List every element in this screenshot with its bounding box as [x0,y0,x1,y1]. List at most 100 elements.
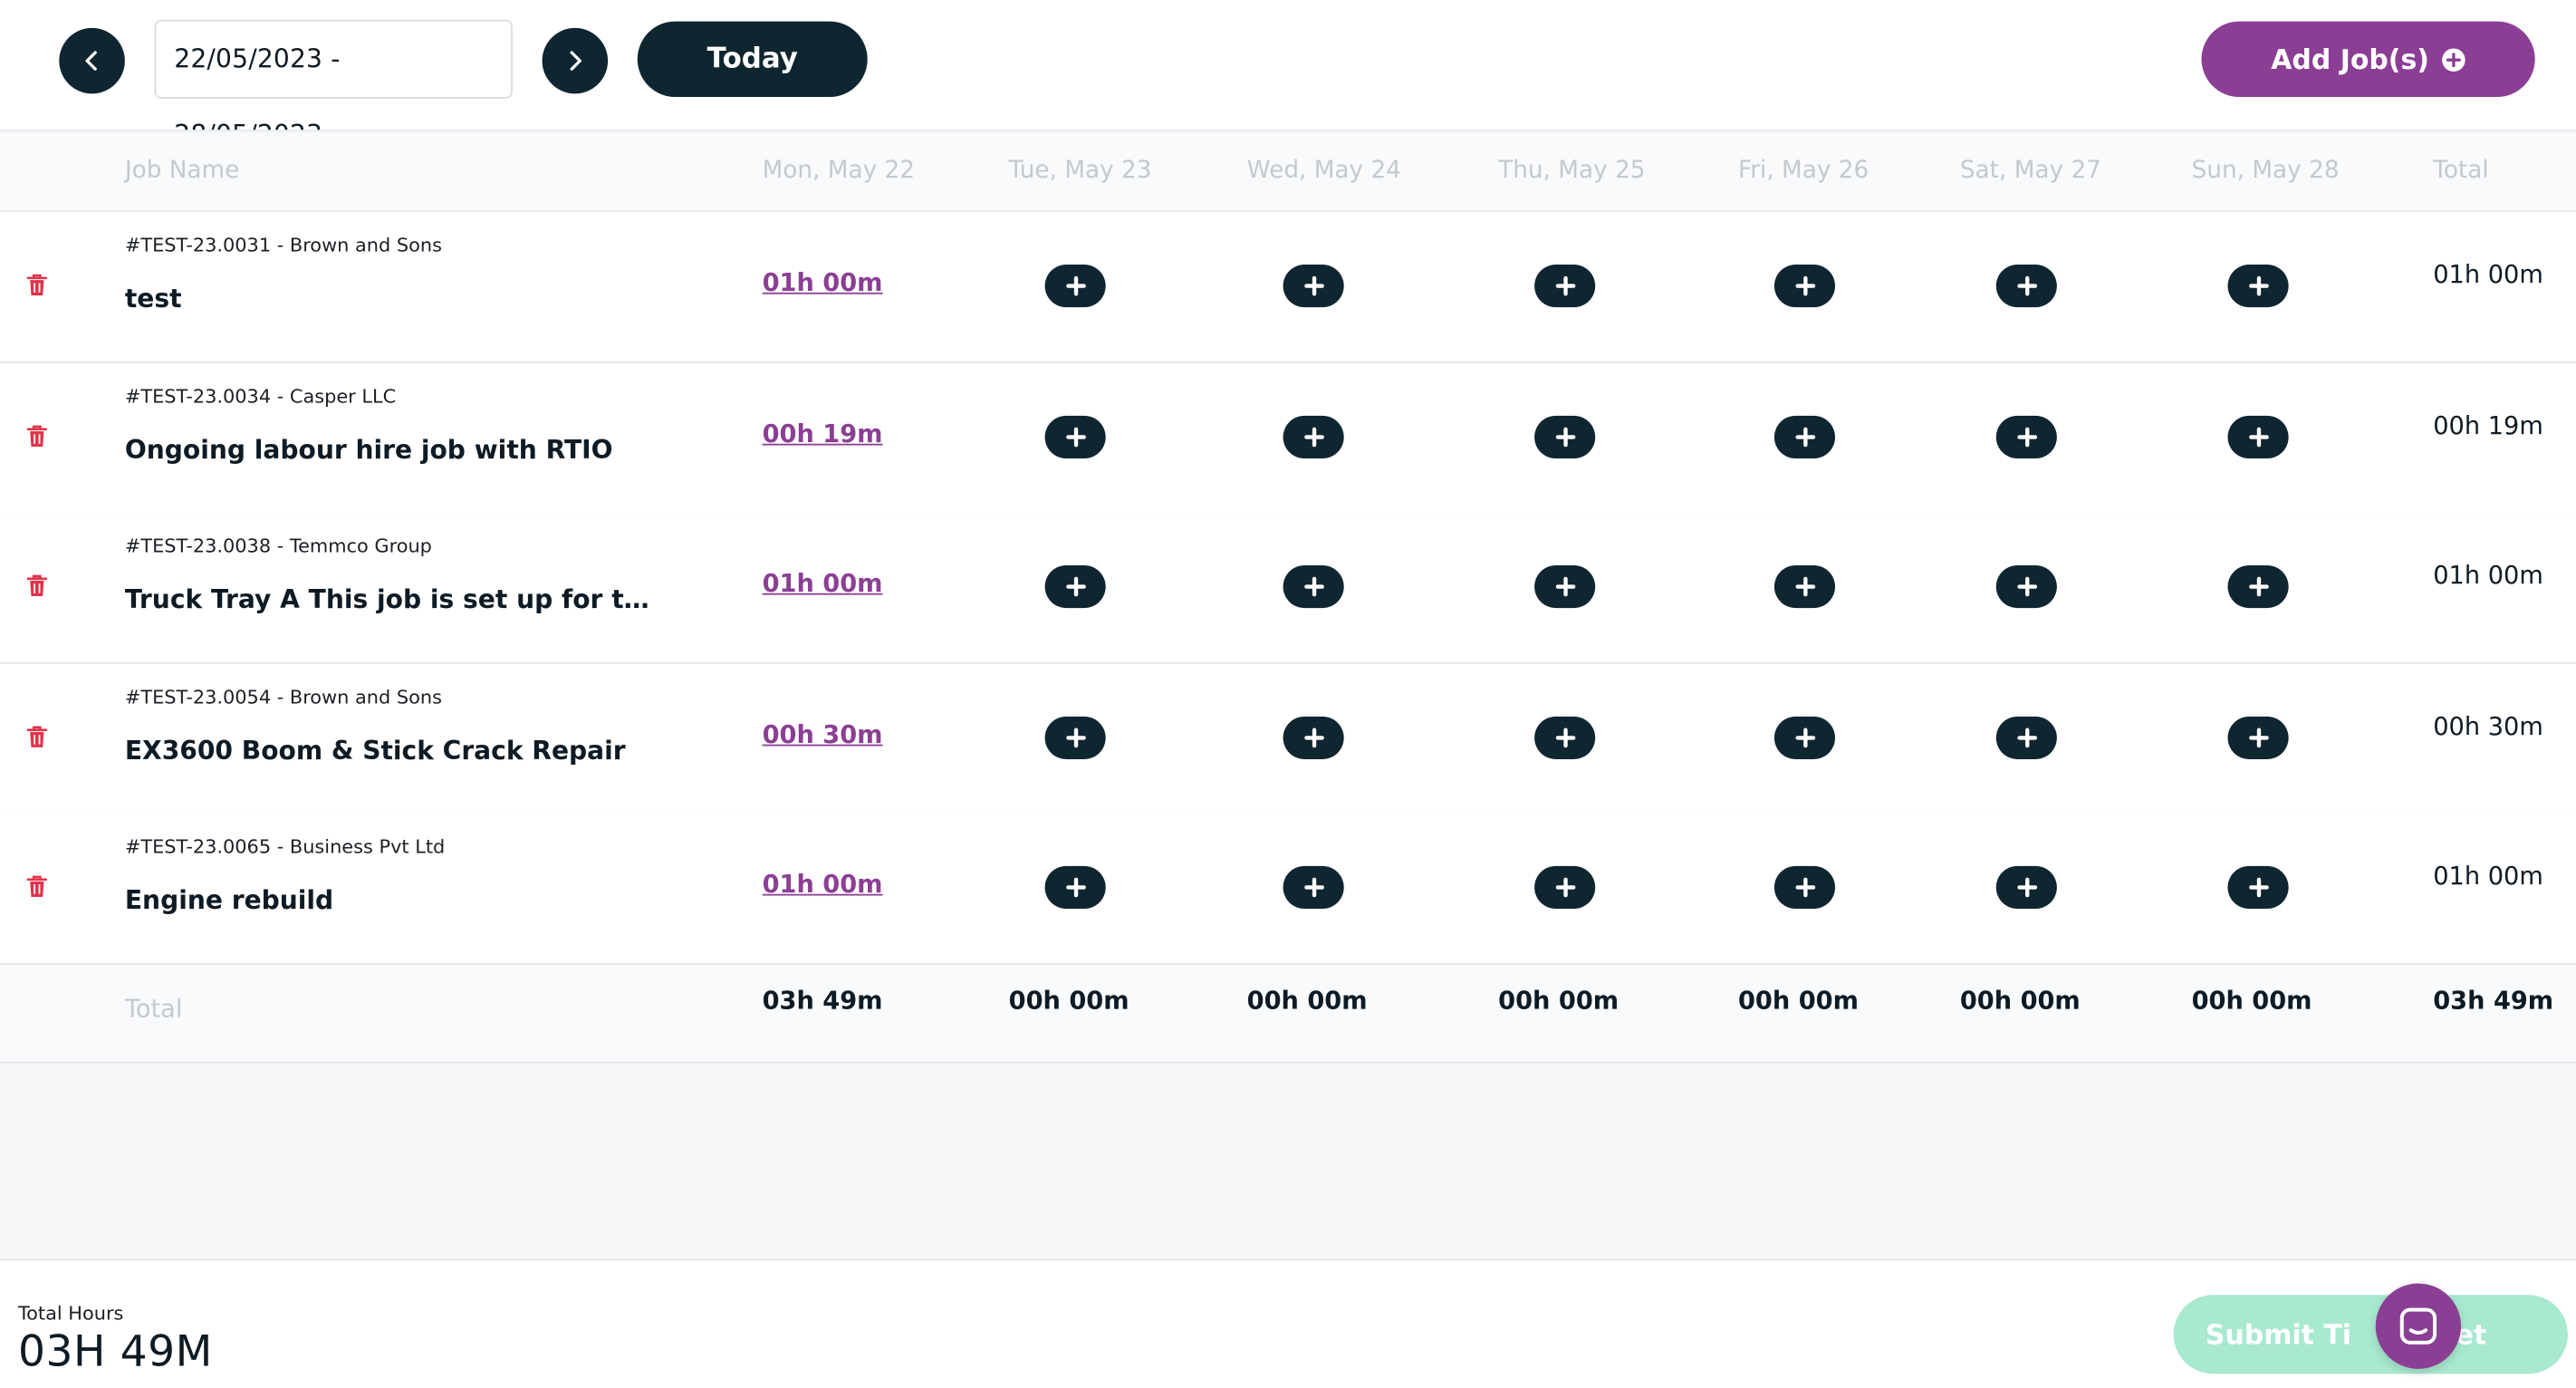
header-day: Fri, May 26 [1738,158,1870,185]
add-time-button[interactable] [1044,415,1106,458]
plus-icon [1303,426,1324,447]
trash-icon[interactable] [26,875,48,900]
add-time-button[interactable] [1773,265,1836,308]
time-entry-link[interactable]: 01h 00m [763,870,883,900]
add-time-button[interactable] [2227,565,2289,609]
trash-icon[interactable] [26,725,48,749]
add-time-button[interactable] [1773,866,1836,910]
plus-icon [1794,878,1815,899]
job-title: Ongoing labour hire job with RTIO [124,434,613,465]
table-row: #TEST-23.0034 - Casper LLC Ongoing labour… [0,362,2576,514]
add-time-button[interactable] [1044,565,1106,609]
table-header: Job Name Mon, May 22 Tue, May 23 Wed, Ma… [0,130,2576,212]
add-time-button[interactable] [1995,265,2057,308]
add-time-button[interactable] [1534,866,1596,910]
add-time-button[interactable] [1283,866,1344,910]
header-day: Sun, May 28 [2191,158,2340,185]
add-time-button[interactable] [1995,415,2057,458]
chat-launcher-button[interactable] [2375,1283,2462,1369]
plus-icon [2016,728,2037,747]
trash-icon[interactable] [26,423,48,448]
add-time-button[interactable] [1283,415,1344,458]
empty-table-area [0,1063,2576,1261]
add-time-button[interactable] [1534,565,1596,609]
time-entry-link[interactable]: 00h 19m [763,419,883,448]
add-jobs-button[interactable]: Add Job(s) [2201,21,2535,98]
add-time-button[interactable] [1773,565,1836,609]
today-button[interactable]: Today [637,21,868,98]
plus-icon [1303,728,1324,747]
add-time-button[interactable] [1773,716,1836,759]
total-hours-label: Total Hours [17,1301,124,1325]
plus-icon [1794,426,1815,447]
submit-timesheet-button[interactable]: Submit Ti eet [2173,1295,2568,1374]
time-entry-link[interactable]: 01h 00m [763,569,883,599]
plus-icon [1554,576,1575,597]
header-job-name: Job Name [124,158,240,185]
job-title: test [124,284,182,314]
time-entry-link[interactable]: 01h 00m [763,268,883,298]
today-label: Today [706,43,798,76]
day-total: 00h 00m [1008,986,1129,1016]
add-time-button[interactable] [1534,415,1596,458]
header-day: Wed, May 24 [1246,158,1401,185]
plus-icon [1554,426,1575,447]
row-total: 01h 00m [2433,259,2543,290]
plus-icon [2248,728,2268,747]
date-range-input[interactable]: 22/05/2023 - 28/05/2023 [154,19,513,149]
toolbar: 22/05/2023 - 28/05/2023 Today Add Job(s) [0,0,2576,149]
previous-week-button[interactable] [59,27,125,94]
day-total: 03h 49m [762,986,883,1016]
day-total: 00h 00m [1498,986,1620,1016]
trash-icon[interactable] [26,273,48,297]
plus-icon [1303,576,1324,597]
plus-icon [1794,275,1815,296]
job-title: EX3600 Boom & Stick Crack Repair [124,736,626,766]
job-reference: #TEST-23.0065 - Business Pvt Ltd [124,835,446,859]
add-time-button[interactable] [1044,716,1106,759]
add-time-button[interactable] [1283,716,1344,759]
add-time-button[interactable] [1773,415,1836,458]
next-week-button[interactable] [542,27,609,94]
add-jobs-label: Add Job(s) [2271,43,2429,75]
plus-icon [1303,275,1324,296]
table-row: #TEST-23.0054 - Brown and Sons EX3600 Boo… [0,663,2576,815]
day-total: 00h 00m [1959,986,2081,1016]
add-time-button[interactable] [1995,565,2057,609]
row-total: 01h 00m [2433,862,2543,892]
add-time-button[interactable] [1995,866,2057,910]
add-time-button[interactable] [2227,866,2289,910]
header-day: Sat, May 27 [1959,158,2101,185]
job-title: Engine rebuild [124,886,334,916]
add-time-button[interactable] [1534,265,1596,308]
add-time-button[interactable] [1283,265,1344,308]
plus-icon [2016,878,2037,899]
add-time-button[interactable] [2227,415,2289,458]
chevron-left-icon [85,51,97,71]
plus-icon [1554,728,1575,747]
plus-icon [1554,878,1575,899]
plus-icon [2016,275,2037,296]
add-time-button[interactable] [1044,265,1106,308]
time-entry-link[interactable]: 00h 30m [763,719,883,749]
trash-icon[interactable] [26,574,48,598]
add-time-button[interactable] [2227,265,2289,308]
add-time-button[interactable] [2227,716,2289,759]
add-time-button[interactable] [1534,716,1596,759]
submit-label: Submit Ti [2205,1318,2352,1351]
chat-icon [2399,1307,2437,1345]
row-total: 00h 19m [2433,410,2543,440]
plus-icon [1303,878,1324,899]
plus-icon [1065,728,1086,747]
plus-icon [1554,275,1575,296]
header-day: Mon, May 22 [762,158,915,185]
grand-total: 03h 49m [2433,986,2554,1016]
add-time-button[interactable] [1044,866,1106,910]
plus-icon [2016,576,2037,597]
add-time-button[interactable] [1995,716,2057,759]
plus-icon [1065,576,1086,597]
add-time-button[interactable] [1283,565,1344,609]
header-total: Total [2433,158,2489,185]
plus-icon [2248,576,2268,597]
plus-icon [1794,576,1815,597]
